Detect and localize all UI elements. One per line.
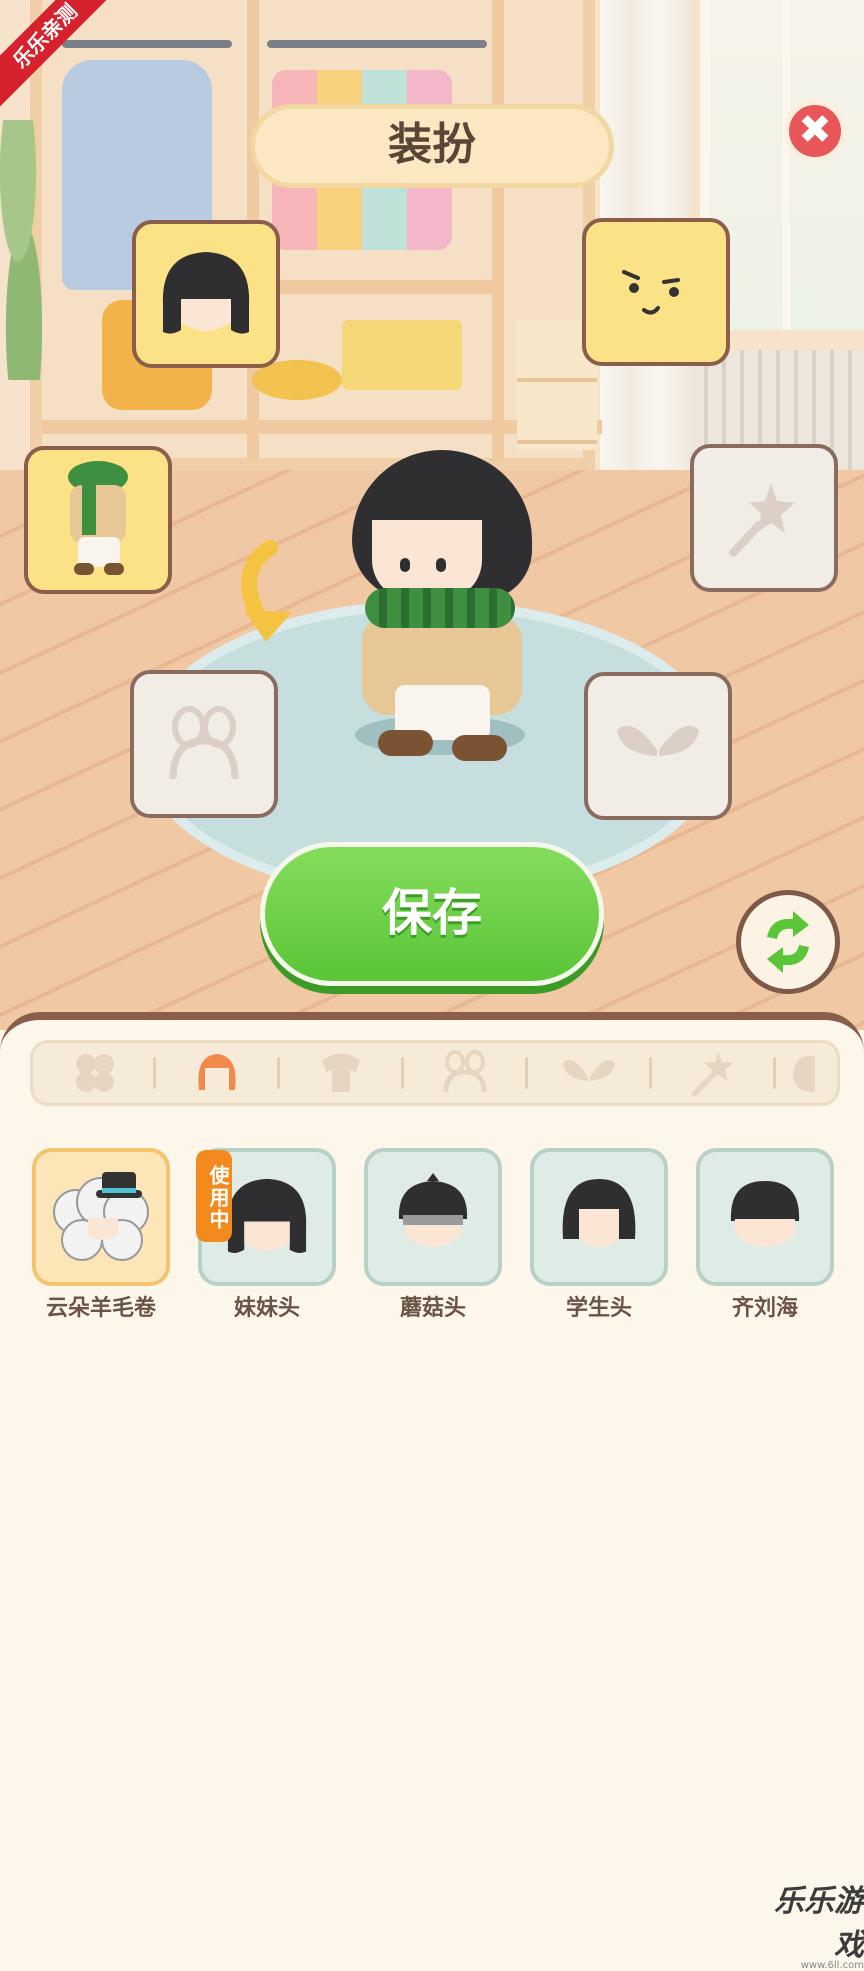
tab-more[interactable] xyxy=(775,1043,837,1103)
headwear-slot[interactable] xyxy=(130,670,278,818)
star-wand-icon xyxy=(729,483,795,557)
in-use-badge: 使用中 xyxy=(196,1150,232,1242)
headband-icon xyxy=(443,1050,487,1093)
wings-icon xyxy=(617,725,699,756)
partial-icon xyxy=(793,1055,815,1092)
hair-item-straight-bangs[interactable] xyxy=(696,1148,834,1286)
outfit-slot[interactable] xyxy=(24,446,172,594)
hair-item-cloud-curls[interactable] xyxy=(32,1148,170,1286)
wand-icon xyxy=(691,1052,733,1097)
watermark-brand: 乐乐游戏 xyxy=(774,1884,864,1963)
plant xyxy=(0,120,60,380)
wings-slot[interactable] xyxy=(584,672,732,820)
four-leaf-icon xyxy=(76,1054,114,1092)
rotate-arrow-icon[interactable] xyxy=(230,540,320,650)
page-title: 装扮 xyxy=(250,104,614,188)
hair-icon xyxy=(198,1054,236,1090)
watermark-url: www.6ll.com xyxy=(800,1960,864,1971)
watermark: 乐乐游戏 www.6ll.com xyxy=(748,1876,864,1971)
straight-bangs-hair-icon xyxy=(730,1181,800,1247)
smirk-face-icon xyxy=(622,270,680,315)
player-character xyxy=(340,450,540,761)
refresh-arrows-icon xyxy=(767,911,809,973)
item-label: 云朵羊毛卷 xyxy=(45,1296,156,1321)
wardrobe xyxy=(30,0,602,470)
expression-slot[interactable] xyxy=(582,218,730,366)
bunny-ears-headband-icon xyxy=(169,706,239,780)
bob-hair-icon xyxy=(227,1178,307,1253)
scarf-coat-outfit-icon xyxy=(68,461,128,575)
close-button[interactable]: ✖ xyxy=(784,100,846,162)
hair-item-student[interactable] xyxy=(530,1148,668,1286)
save-button[interactable]: 保存 xyxy=(260,842,604,986)
item-label: 妹妹头 xyxy=(233,1296,300,1321)
tab-headwear[interactable] xyxy=(403,1043,527,1103)
student-hair-icon xyxy=(562,1179,636,1247)
tab-clothes[interactable] xyxy=(279,1043,403,1103)
item-label: 学生头 xyxy=(565,1296,632,1321)
item-label: 齐刘海 xyxy=(731,1296,798,1321)
hair-item-mushroom[interactable] xyxy=(364,1148,502,1286)
hand-item-slot[interactable] xyxy=(690,444,838,592)
refresh-button[interactable] xyxy=(736,890,840,994)
tab-wand[interactable] xyxy=(651,1043,775,1103)
tab-wings[interactable] xyxy=(527,1043,651,1103)
tab-hair[interactable] xyxy=(155,1043,279,1103)
clothes-icon xyxy=(322,1054,360,1092)
hair-slot[interactable] xyxy=(132,220,280,368)
wings-icon xyxy=(563,1060,615,1081)
mushroom-hair-icon xyxy=(398,1173,468,1247)
item-label: 蘑菇头 xyxy=(399,1296,466,1321)
category-tabbar xyxy=(30,1040,840,1106)
bob-hair-icon xyxy=(162,252,250,334)
cloud-curls-hair-icon xyxy=(53,1172,149,1261)
tab-all[interactable] xyxy=(33,1043,157,1103)
